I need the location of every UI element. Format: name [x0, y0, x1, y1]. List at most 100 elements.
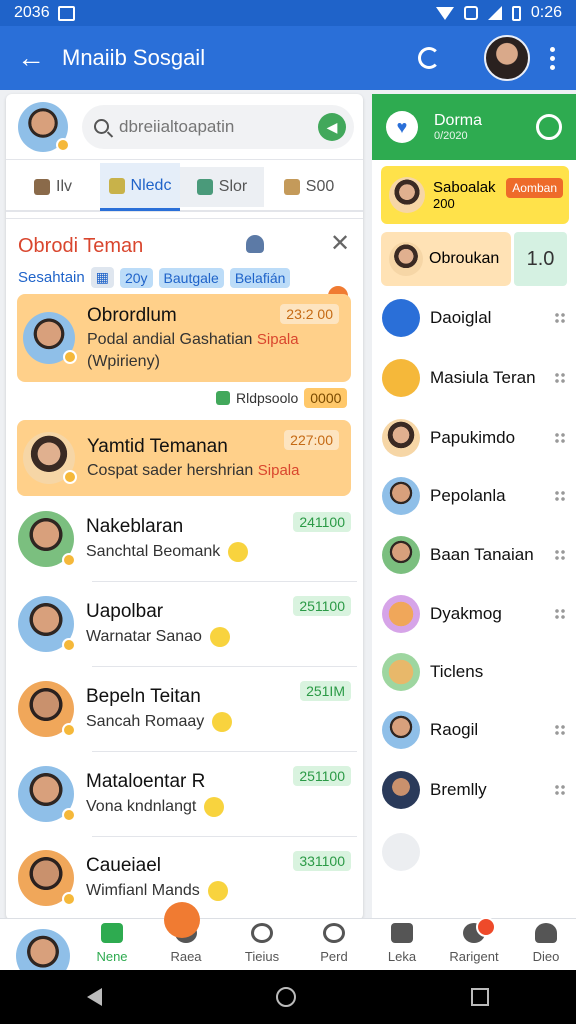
- contact-name: Papukimdo: [430, 428, 516, 447]
- star-badge-icon: [62, 638, 76, 652]
- smile-emoji-icon: [204, 797, 225, 817]
- nav-label: Rarigent: [449, 949, 499, 964]
- sub-row-label: Rldpsoolo: [236, 390, 299, 406]
- person-icon: [34, 179, 50, 195]
- star-badge-icon: [63, 350, 77, 364]
- sub-row: Rldpsoolo 0000: [216, 388, 348, 408]
- star-badge-icon: [62, 892, 76, 906]
- drag-handle-icon[interactable]: [554, 372, 566, 384]
- nav-places[interactable]: Leka: [372, 923, 432, 964]
- contact-item[interactable]: Baan Tanaian: [382, 533, 572, 577]
- location-icon[interactable]: [536, 114, 562, 140]
- chat-row[interactable]: Uapolbar Warnatar Sanao 251100: [6, 582, 363, 666]
- notification-badge: [476, 917, 496, 937]
- group-chip[interactable]: Bautgale: [158, 267, 224, 288]
- contact-card[interactable]: Obroukan: [381, 232, 511, 286]
- right-panel: ♥ Dorma 0/2020 Saboalak 200 Aomban Obrou…: [372, 94, 576, 920]
- chat-time: 23:2 00: [280, 304, 339, 324]
- right-header[interactable]: ♥ Dorma 0/2020: [372, 94, 576, 160]
- tab-label: Nledc: [130, 176, 172, 194]
- contact-item[interactable]: Raogil: [382, 708, 572, 752]
- contact-item[interactable]: Bremlly: [382, 768, 572, 812]
- system-back-icon[interactable]: [87, 988, 103, 1006]
- avatar: [18, 511, 76, 567]
- group-card[interactable]: Obrodi Teman ✕ Sesahtain ▦ 20y Bautgale …: [6, 218, 363, 302]
- avatar: [23, 432, 77, 484]
- nav-search[interactable]: Tieius: [232, 923, 292, 964]
- avatar: [18, 850, 76, 906]
- nav-label: Raea: [170, 949, 202, 964]
- star-badge-icon: [62, 723, 76, 737]
- contact-item[interactable]: Daoiglal: [382, 296, 572, 340]
- contact-item[interactable]: Ticlens: [382, 650, 572, 694]
- nav-home[interactable]: Nene: [82, 923, 142, 964]
- cartoon-icon: [382, 595, 420, 633]
- chat-row[interactable]: Obrordlum Podal andial Gashatian Sipala …: [17, 294, 351, 382]
- refresh-icon[interactable]: [418, 47, 440, 69]
- chat-time: 251IM: [300, 681, 351, 701]
- nav-label: Dieo: [532, 949, 560, 964]
- card-badge[interactable]: Aomban: [506, 178, 563, 198]
- user-avatar[interactable]: [18, 101, 70, 152]
- chat-message: Podal andial Gashatian: [87, 331, 253, 348]
- chat-time: 251100: [293, 596, 351, 616]
- system-home-icon[interactable]: [276, 987, 297, 1007]
- contact-item[interactable]: Masiula Teran: [382, 356, 572, 400]
- drag-handle-icon[interactable]: [554, 549, 566, 561]
- system-nav-bar: [0, 970, 576, 1024]
- nav-label: Perd: [320, 949, 348, 964]
- gallery-icon: [57, 5, 75, 21]
- building-icon: [391, 923, 413, 943]
- drag-handle-icon[interactable]: [554, 432, 566, 444]
- chat-time: 331100: [293, 851, 351, 871]
- search-input[interactable]: [119, 116, 318, 137]
- signal-icon: [487, 6, 502, 20]
- smile-emoji-icon: [207, 881, 228, 901]
- search-row: ◀: [6, 94, 363, 160]
- nav-profile[interactable]: Perd: [304, 923, 364, 964]
- contact-name: Baan Tanaian: [430, 545, 534, 564]
- close-icon[interactable]: ✕: [330, 229, 350, 258]
- drag-handle-icon[interactable]: [554, 312, 566, 324]
- more-options-icon[interactable]: [550, 46, 556, 70]
- featured-contact-card[interactable]: Saboalak 200 Aomban: [381, 166, 569, 224]
- right-header-title: Dorma: [434, 112, 483, 129]
- home-icon[interactable]: [246, 235, 264, 253]
- card-value: 1.0: [514, 232, 567, 286]
- hourglass-icon: [382, 359, 420, 397]
- drag-handle-icon[interactable]: [554, 490, 566, 502]
- search-bar: ◀: [82, 104, 354, 149]
- contact-item[interactable]: Papukimdo: [382, 416, 572, 460]
- drag-handle-icon[interactable]: [554, 608, 566, 620]
- profile-avatar[interactable]: [484, 35, 530, 81]
- system-recents-icon[interactable]: [470, 988, 489, 1006]
- tab-s00[interactable]: S00: [264, 167, 354, 207]
- tab-label: S00: [305, 178, 335, 195]
- status-time-right: 0:26: [530, 4, 562, 21]
- group-chip[interactable]: Belafián: [229, 267, 291, 288]
- tab-slor[interactable]: Slor: [180, 167, 264, 207]
- nav-account[interactable]: Dieo: [516, 923, 576, 964]
- cartoon-icon: [382, 653, 420, 691]
- chat-row[interactable]: Bepeln Teitan Sancah Romaay 251IM: [6, 667, 363, 751]
- star-badge-icon: [56, 137, 70, 152]
- compose-fab[interactable]: [164, 902, 200, 938]
- contact-item[interactable]: Dyakmog: [382, 592, 572, 636]
- avatar: [389, 242, 423, 276]
- drag-handle-icon[interactable]: [554, 724, 566, 736]
- chat-row[interactable]: Mataloentar R Vona kndnlangt 251100: [6, 752, 363, 836]
- nav-messages[interactable]: Rarigent: [444, 917, 504, 964]
- chat-message: Sanchtal Beomank: [86, 543, 221, 561]
- tab-ilv[interactable]: Ilv: [6, 167, 100, 207]
- group-chip[interactable]: 20y: [119, 267, 153, 288]
- contact-item[interactable]: Pepolanla: [382, 474, 572, 518]
- chat-row[interactable]: Nakeblaran Sanchtal Beomank 241100: [6, 498, 363, 580]
- back-arrow-icon[interactable]: ←: [0, 42, 62, 74]
- tab-nledc[interactable]: Nledc: [100, 163, 180, 211]
- contact-name: Pepolanla: [430, 486, 506, 505]
- chat-row[interactable]: Yamtid Temanan Cospat sader hershrian Si…: [17, 420, 351, 496]
- sub-row-pill[interactable]: 0000: [304, 388, 348, 408]
- nav-label: Nene: [96, 949, 128, 964]
- drag-handle-icon[interactable]: [554, 784, 566, 796]
- search-go-icon[interactable]: ◀: [318, 112, 346, 141]
